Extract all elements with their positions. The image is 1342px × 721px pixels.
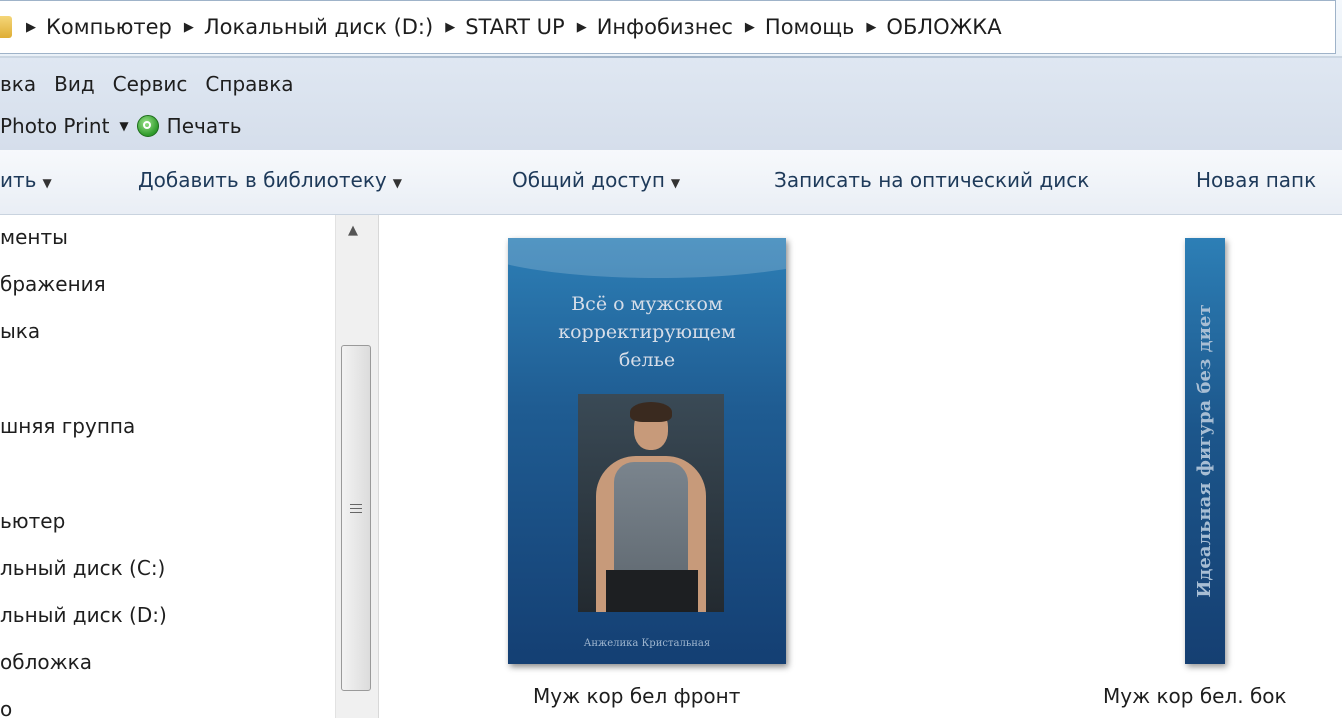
nav-scrollbar[interactable]: ▲ — [335, 215, 379, 718]
share-button[interactable]: Общий доступ ▼ — [512, 168, 680, 192]
chevron-right-icon[interactable]: ▶ — [26, 20, 36, 35]
cover-author: Анжелика Кристальная — [583, 638, 711, 649]
spine-title: Идеальная фигура без диет — [1194, 304, 1215, 598]
new-folder-button[interactable]: Новая папк — [1196, 168, 1316, 192]
photo-print-toolbar: Photo Print ▼ Печать — [0, 114, 242, 138]
menu-edit[interactable]: вка — [0, 72, 36, 96]
chevron-right-icon[interactable]: ▶ — [445, 20, 455, 35]
menu-tools[interactable]: Сервис — [113, 72, 188, 96]
menu-bar: вка Вид Сервис Справка — [0, 72, 312, 96]
command-bar: ить ▼ Добавить в библиотеку ▼ Общий доступ… — [0, 150, 1342, 215]
chevron-down-icon[interactable]: ▼ — [42, 176, 51, 190]
print-button[interactable]: Печать — [167, 114, 242, 138]
menu-band: вка Вид Сервис Справка Photo Print ▼ Печ… — [0, 58, 1342, 150]
scroll-thumb[interactable] — [341, 345, 371, 691]
pane-divider[interactable] — [378, 215, 379, 718]
chevron-down-icon[interactable]: ▼ — [671, 176, 680, 190]
file-name-front[interactable]: Муж кор бел фронт — [533, 684, 740, 708]
address-bar-area: ▶ Компьютер ▶ Локальный диск (D:) ▶ START U… — [0, 0, 1342, 58]
chevron-right-icon[interactable]: ▶ — [866, 20, 876, 35]
navigation-pane: менты бражения ыка шняя группа ьютер льн… — [0, 215, 378, 721]
breadcrumb-cover[interactable]: ▶ ОБЛОЖКА — [866, 15, 1013, 39]
chevron-down-icon[interactable]: ▼ — [393, 176, 402, 190]
breadcrumb-disk-d[interactable]: ▶ Локальный диск (D:) — [184, 15, 445, 39]
nav-item-more[interactable]: о — [0, 697, 12, 721]
nav-item-computer[interactable]: ьютер — [0, 509, 65, 533]
print-icon[interactable] — [136, 115, 159, 137]
photo-print-button[interactable]: Photo Print — [0, 114, 109, 138]
cover-photo — [578, 394, 724, 612]
breadcrumb-infobusiness[interactable]: ▶ Инфобизнес — [577, 15, 745, 39]
nav-item-music[interactable]: ыка — [0, 319, 40, 343]
chevron-right-icon[interactable]: ▶ — [745, 20, 755, 35]
nav-item-disk-d[interactable]: льный диск (D:) — [0, 603, 167, 627]
nav-item-disk-c[interactable]: льный диск (C:) — [0, 556, 165, 580]
file-thumbnail-side[interactable]: Идеальная фигура без диет — [1185, 238, 1225, 664]
add-to-library-button[interactable]: Добавить в библиотеку ▼ — [138, 168, 402, 192]
burn-disc-button[interactable]: Записать на оптический диск — [774, 168, 1089, 192]
cover-title: Всё о мужском корректирующем белье — [558, 293, 736, 371]
breadcrumb-help[interactable]: ▶ Помощь — [745, 15, 867, 39]
nav-item-cover-folder[interactable]: обложка — [0, 650, 92, 674]
open-button[interactable]: ить ▼ — [0, 168, 52, 192]
grip-icon — [350, 504, 362, 516]
chevron-right-icon[interactable]: ▶ — [577, 20, 587, 35]
menu-help[interactable]: Справка — [205, 72, 293, 96]
nav-item-documents[interactable]: менты — [0, 225, 68, 249]
menu-view[interactable]: Вид — [54, 72, 95, 96]
file-name-side[interactable]: Муж кор бел. бок — [1103, 684, 1287, 708]
nav-item-pictures[interactable]: бражения — [0, 272, 106, 296]
chevron-down-icon[interactable]: ▼ — [119, 119, 128, 133]
address-bar[interactable]: ▶ Компьютер ▶ Локальный диск (D:) ▶ START U… — [0, 0, 1336, 54]
scroll-up-icon[interactable]: ▲ — [348, 223, 358, 238]
breadcrumb-startup[interactable]: ▶ START UP — [445, 15, 577, 39]
folder-icon — [0, 16, 12, 38]
chevron-right-icon[interactable]: ▶ — [184, 20, 194, 35]
file-thumbnail-front[interactable]: Всё о мужском корректирующем белье Анжел… — [508, 238, 786, 664]
nav-item-homegroup[interactable]: шняя группа — [0, 414, 135, 438]
breadcrumb-computer[interactable]: ▶ Компьютер — [26, 15, 184, 39]
